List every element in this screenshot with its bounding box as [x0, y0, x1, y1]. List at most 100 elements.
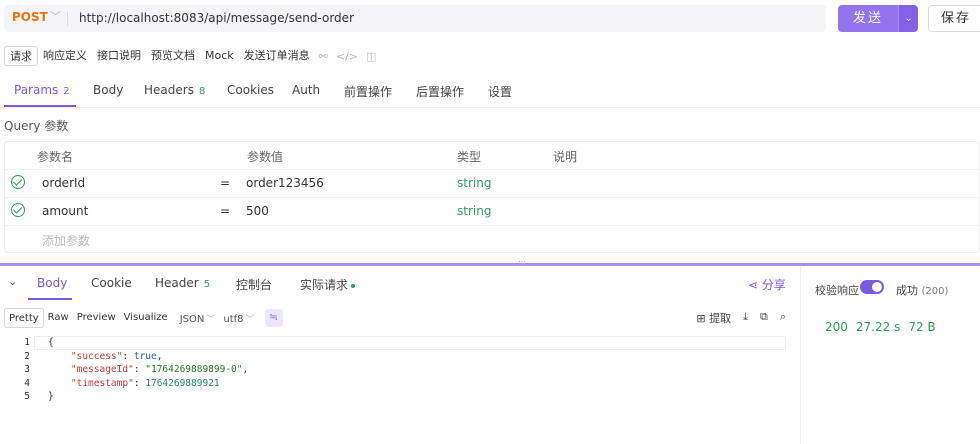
- active-tab-indicator: [4, 105, 76, 107]
- search-icon[interactable]: ⌕: [780, 310, 786, 326]
- table-header-row: 参数名 参数值 类型 说明: [5, 142, 980, 170]
- format-raw[interactable]: Raw: [44, 308, 73, 328]
- check-circle-icon[interactable]: [11, 203, 25, 217]
- tab-count: 8: [198, 86, 206, 97]
- doc-tab-mock[interactable]: Mock: [200, 46, 239, 66]
- tab-label: Cookie: [91, 276, 132, 290]
- param-name[interactable]: orderId: [42, 176, 85, 190]
- equals-sign: =: [220, 176, 231, 190]
- tab-pre-ops[interactable]: 前置操作: [344, 83, 392, 100]
- code-text: "messageId": "1764269889899-0",: [70, 364, 249, 375]
- param-name[interactable]: amount: [42, 204, 88, 218]
- response-toolbar: Pretty Raw Preview Visualize JSON ﹀ utf8 ﹀…: [4, 308, 800, 328]
- param-value[interactable]: 500: [246, 204, 269, 218]
- col-header-type: 类型: [457, 150, 482, 164]
- tab-actual-request[interactable]: 实际请求: [300, 276, 356, 293]
- status-code: 200: [825, 320, 848, 334]
- tab-count: 2: [63, 86, 70, 97]
- drag-handle-icon[interactable]: ⋯: [515, 258, 529, 266]
- check-circle-icon[interactable]: [11, 175, 25, 189]
- format-group: Pretty Raw Preview Visualize JSON ﹀ utf8 ﹀…: [4, 308, 283, 328]
- doc-tab-response-def[interactable]: 响应定义: [38, 46, 92, 66]
- line-number: 5: [24, 391, 30, 402]
- encoding-select-value: utf8: [223, 313, 244, 325]
- tab-label: 前置操作: [344, 85, 393, 99]
- save-button[interactable]: 保存: [928, 5, 980, 32]
- format-preview[interactable]: Preview: [73, 308, 120, 328]
- chevron-down-icon[interactable]: ⌄: [8, 275, 17, 288]
- link-icon[interactable]: ⚯: [315, 50, 332, 63]
- download-icon[interactable]: ⤓: [743, 310, 748, 326]
- active-tab-indicator: [28, 298, 72, 300]
- tab-auth[interactable]: Auth: [292, 83, 320, 97]
- param-type[interactable]: string: [457, 176, 491, 190]
- tab-post-ops[interactable]: 后置操作: [416, 83, 464, 100]
- tab-response-body[interactable]: Body: [37, 276, 67, 290]
- encoding-select[interactable]: utf8 ﹀: [223, 312, 254, 325]
- tab-response-cookie[interactable]: Cookie: [91, 276, 132, 290]
- tab-label: Body: [93, 83, 124, 97]
- verify-response-toggle[interactable]: [860, 280, 884, 294]
- tab-label: 设置: [488, 85, 513, 99]
- tab-console[interactable]: 控制台: [236, 276, 272, 293]
- url-input-box[interactable]: POST ﹀ http://localhost:8083/api/message…: [4, 5, 826, 32]
- tab-label: Headers: [144, 83, 194, 97]
- tab-label: Params: [14, 83, 59, 97]
- tab-headers[interactable]: Headers 8: [144, 83, 205, 97]
- tab-label: 后置操作: [416, 85, 465, 99]
- param-type[interactable]: string: [457, 204, 491, 218]
- send-dropdown-button[interactable]: ⌄: [898, 5, 918, 32]
- table-row: amount = 500 string: [5, 198, 980, 226]
- line-number: 3: [24, 364, 30, 375]
- doc-tab-request[interactable]: 请求: [4, 46, 38, 66]
- copy-icon[interactable]: ⧉: [760, 310, 768, 326]
- code-line: 2 "success": true,: [4, 350, 786, 364]
- code-icon[interactable]: </>: [332, 50, 362, 63]
- panel-icon[interactable]: ◫: [362, 50, 380, 63]
- code-line: 1 {: [4, 336, 786, 350]
- param-value[interactable]: order123456: [246, 176, 324, 190]
- doc-tab-preview[interactable]: 预览文档: [146, 46, 200, 66]
- url-input[interactable]: http://localhost:8083/api/message/send-o…: [79, 11, 354, 25]
- tab-body[interactable]: Body: [93, 83, 123, 97]
- request-tabs: Params 2 Body Headers 8 Cookies Auth 前置操作 …: [0, 78, 980, 108]
- line-number: 2: [24, 350, 30, 362]
- col-header-desc: 说明: [553, 150, 578, 164]
- format-visualize[interactable]: Visualize: [120, 308, 172, 328]
- tab-cookies[interactable]: Cookies: [227, 83, 274, 97]
- tab-label: Body: [37, 276, 68, 290]
- tab-label: Auth: [292, 83, 321, 97]
- extract-icon: ⊞: [696, 312, 706, 325]
- doc-tabs: 请求 响应定义 接口说明 预览文档 Mock 发送订单消息 ⚯ </> ◫: [4, 46, 380, 66]
- tab-params[interactable]: Params 2: [14, 83, 70, 97]
- tab-response-header[interactable]: Header 5: [155, 276, 210, 290]
- doc-tab-api-desc[interactable]: 接口说明: [92, 46, 146, 66]
- chevron-down-icon[interactable]: ﹀: [50, 8, 61, 24]
- format-select-value: JSON: [179, 313, 205, 325]
- col-header-value: 参数值: [247, 150, 284, 164]
- extract-button[interactable]: ⊞ 提取: [696, 310, 731, 326]
- response-body-code[interactable]: 1 { 2 "success": true, 3 "messageId": "1…: [4, 336, 786, 436]
- response-size: 72 B: [908, 320, 936, 334]
- code-text: "success": true,: [70, 350, 163, 362]
- doc-tab-name[interactable]: 发送订单消息: [239, 46, 315, 66]
- tab-settings[interactable]: 设置: [488, 83, 512, 100]
- equals-sign: =: [220, 204, 231, 218]
- add-param-input[interactable]: 添加参数: [42, 232, 90, 249]
- method-select[interactable]: POST: [12, 10, 48, 24]
- chevron-down-icon: ⌄: [904, 13, 913, 24]
- divider: [67, 12, 68, 26]
- chevron-down-icon: ﹀: [245, 314, 255, 325]
- params-table: 参数名 参数值 类型 说明 orderId = order123456 stri…: [4, 141, 980, 253]
- share-button[interactable]: ⋖ 分享: [748, 276, 786, 293]
- line-number: 1: [24, 337, 30, 348]
- wrap-lines-icon[interactable]: ≒: [264, 309, 283, 327]
- share-icon: ⋖: [748, 278, 759, 292]
- format-pretty[interactable]: Pretty: [4, 308, 44, 328]
- format-select[interactable]: JSON ﹀: [180, 312, 216, 325]
- tab-count: 5: [203, 279, 211, 290]
- code-text: }: [48, 391, 54, 402]
- response-actions: ⊞ 提取 ⤓ ⧉ ⌕: [696, 310, 786, 326]
- send-button[interactable]: 发送: [838, 5, 898, 32]
- code-line: 5 }: [4, 390, 786, 404]
